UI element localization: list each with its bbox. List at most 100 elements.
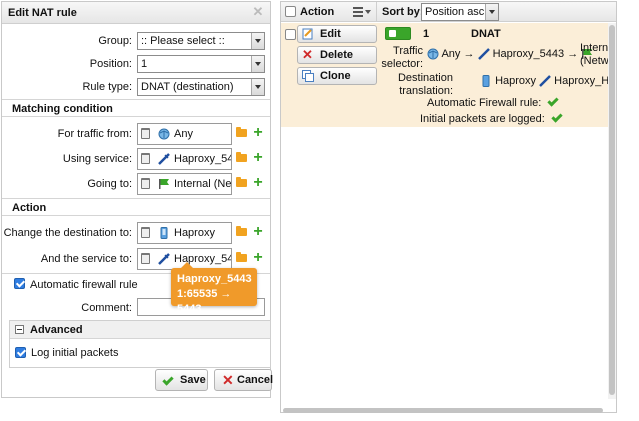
initial-packets-label: Initial packets are logged:	[420, 113, 545, 125]
cancel-button[interactable]: ✕ Cancel	[214, 369, 274, 391]
chevron-down-icon[interactable]	[251, 56, 264, 72]
trash-icon[interactable]	[141, 178, 150, 189]
horizontal-scrollbar[interactable]	[281, 408, 608, 413]
chevron-down-icon[interactable]	[251, 33, 264, 49]
folder-icon[interactable]	[236, 127, 247, 137]
traffic-from-value: Any	[174, 128, 193, 140]
service-icon	[158, 253, 170, 265]
tooltip-ports: 1:65535 → 5443	[177, 288, 232, 315]
using-service-field[interactable]: Haproxy_5443	[137, 148, 232, 170]
rule-number: 1	[423, 28, 430, 40]
plus-icon[interactable]: +	[252, 124, 264, 142]
checkmark-icon	[551, 111, 563, 123]
save-button[interactable]: Save	[155, 369, 208, 391]
plus-icon[interactable]: +	[252, 223, 264, 241]
position-select[interactable]: 1	[137, 55, 265, 73]
comment-label: Comment:	[81, 302, 132, 314]
trash-icon[interactable]	[141, 153, 150, 164]
list-header: Action Sort by: Position asc	[281, 2, 616, 22]
clone-icon	[302, 70, 314, 82]
service-icon	[539, 75, 551, 87]
checkmark-icon	[162, 372, 174, 392]
group-select[interactable]: :: Please select ::	[137, 32, 265, 50]
traffic-selector-label: Traffic selector:	[381, 45, 423, 70]
delete-label: Delete	[320, 49, 354, 61]
action-column-header: Action	[300, 6, 335, 18]
clone-button[interactable]: Clone	[297, 67, 377, 85]
matching-condition-header: Matching condition	[2, 99, 270, 117]
chevron-down-icon[interactable]	[251, 79, 264, 95]
plus-icon[interactable]: +	[252, 174, 264, 192]
position-select-value: 1	[141, 58, 148, 70]
horizontal-scroll-thumb[interactable]	[283, 408, 603, 413]
going-to-label: Going to:	[87, 178, 132, 190]
group-label: Group:	[98, 35, 132, 47]
group-select-value: :: Please select ::	[141, 35, 225, 47]
edit-button[interactable]: Edit	[297, 25, 377, 43]
dt-host-value: Haproxy	[495, 75, 537, 87]
dest-translation-label: Destination translation:	[397, 72, 453, 97]
traffic-from-row: For traffic from: Any +	[2, 123, 270, 145]
nat-rules-list: Action Sort by: Position asc Edit ✕ Dele…	[280, 1, 617, 413]
list-view-icon[interactable]	[353, 7, 371, 20]
close-icon[interactable]: ✕	[252, 5, 264, 18]
toggle-knob	[389, 30, 396, 37]
sort-select[interactable]: Position asc	[421, 3, 499, 21]
collapse-icon[interactable]	[15, 325, 24, 334]
going-to-field[interactable]: Internal (Network)	[137, 173, 232, 195]
trash-icon[interactable]	[141, 128, 150, 139]
rule-type-value: DNAT	[471, 28, 501, 40]
auto-fw-rule-label: Automatic Firewall rule:	[427, 97, 542, 109]
traffic-from-label: For traffic from:	[57, 128, 132, 140]
traffic-selector-value: Any → Haproxy_5443 →	[427, 48, 593, 60]
sort-label: Sort by:	[382, 6, 424, 18]
row-checkbox[interactable]	[285, 29, 296, 40]
network-globe-icon	[427, 48, 439, 60]
group-row: Group: :: Please select ::	[2, 30, 270, 52]
cancel-x-icon: ✕	[222, 372, 234, 388]
advanced-section: Advanced Log initial packets	[9, 320, 271, 368]
position-label: Position:	[89, 58, 132, 70]
service-icon	[158, 153, 170, 165]
folder-icon[interactable]	[236, 177, 247, 187]
log-initial-row: Log initial packets	[10, 339, 270, 367]
select-all-checkbox[interactable]	[285, 6, 296, 17]
cancel-label: Cancel	[237, 374, 274, 386]
sort-select-value: Position asc	[425, 6, 485, 18]
network-globe-icon	[158, 128, 170, 140]
plus-icon[interactable]: +	[252, 149, 264, 167]
trash-icon[interactable]	[141, 227, 150, 238]
using-service-value: Haproxy_5443	[174, 153, 231, 165]
vertical-scrollbar[interactable]	[608, 23, 616, 399]
plus-icon[interactable]: +	[252, 249, 264, 267]
save-label: Save	[180, 374, 206, 386]
using-service-row: Using service: Haproxy_5443 +	[2, 148, 270, 170]
rule-type-label: Rule type:	[82, 81, 132, 93]
dt-service-value: Haproxy_HTTPS	[554, 75, 608, 87]
ts-service-value: Haproxy_5443 →	[492, 48, 579, 60]
rule-type-row: Rule type: DNAT (destination)	[2, 76, 270, 98]
chevron-down-icon[interactable]	[485, 4, 498, 20]
header-divider	[376, 2, 377, 22]
dest-translation-value: Haproxy Haproxy_HTTPS	[480, 75, 608, 88]
folder-icon[interactable]	[236, 226, 247, 236]
folder-icon[interactable]	[236, 152, 247, 162]
enabled-toggle[interactable]	[385, 27, 411, 40]
change-dest-value: Haproxy	[174, 227, 215, 239]
delete-x-icon: ✕	[302, 47, 313, 62]
change-dest-label: Change the destination to:	[3, 227, 132, 239]
change-dest-field[interactable]: Haproxy	[137, 222, 232, 244]
dialog-title-bar: Edit NAT rule ✕	[2, 2, 270, 24]
trash-icon[interactable]	[141, 253, 150, 264]
folder-icon[interactable]	[236, 252, 247, 262]
advanced-header[interactable]: Advanced	[10, 321, 270, 339]
traffic-from-field[interactable]: Any	[137, 123, 232, 145]
vertical-scroll-thumb[interactable]	[609, 25, 615, 395]
rule-type-select[interactable]: DNAT (destination)	[137, 78, 265, 96]
auto-fw-rule-row: Automatic Firewall rule:	[427, 95, 560, 109]
log-initial-checkbox[interactable]	[15, 347, 26, 358]
initial-packets-row: Initial packets are logged:	[420, 111, 563, 125]
delete-button[interactable]: ✕ Delete	[297, 46, 377, 64]
going-to-value: Internal (Network)	[174, 178, 232, 190]
auto-firewall-checkbox[interactable]	[14, 278, 25, 289]
